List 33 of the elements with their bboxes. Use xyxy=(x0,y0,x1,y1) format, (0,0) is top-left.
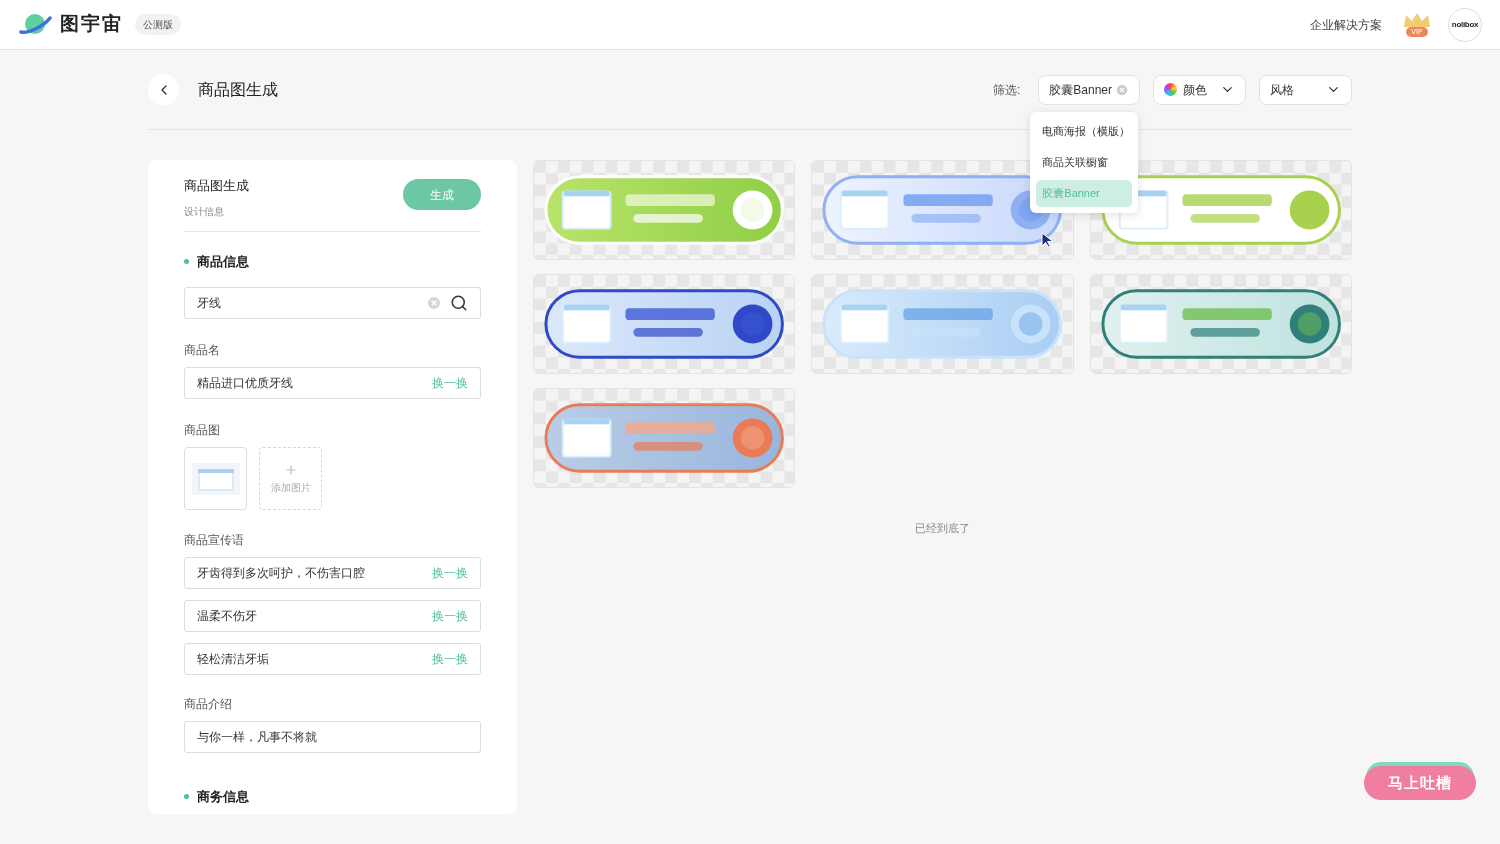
panel-subtitle: 设计信息 xyxy=(184,204,225,219)
clear-icon xyxy=(426,295,442,311)
brand-name: 图宇宙 xyxy=(60,12,123,37)
input-field[interactable]: 精品进口优质牙线 换一换 xyxy=(184,367,481,399)
cursor-icon xyxy=(1041,232,1055,248)
filter-chip[interactable]: 胶囊Banner xyxy=(1038,74,1140,105)
input-field[interactable]: 轻松清洁牙垢 换一换 xyxy=(184,643,481,675)
color-select[interactable]: 颜色 xyxy=(1153,74,1246,105)
nav-link[interactable]: 企业解决方案 xyxy=(1310,15,1382,34)
page-title: 商品图生成 xyxy=(198,79,278,100)
panel-title: 商品图生成 xyxy=(184,177,249,195)
filter-label: 筛选: xyxy=(992,81,1021,99)
field-label: 商品图 xyxy=(184,422,221,439)
clear-icon[interactable] xyxy=(1115,82,1129,97)
search-icon xyxy=(450,294,468,312)
section-title: 商务信息 xyxy=(197,788,249,806)
input-field[interactable]: 温柔不伤牙 换一换 xyxy=(184,600,481,632)
color-wheel-icon xyxy=(1164,83,1177,96)
field-label: 商品介绍 xyxy=(184,696,233,713)
beta-badge: 公测版 xyxy=(135,14,181,35)
end-note: 已经到底了 xyxy=(915,521,970,536)
section-title: 商品信息 xyxy=(197,252,249,271)
plus-icon xyxy=(283,462,298,477)
field-label: 商品名 xyxy=(184,342,221,359)
menu-item[interactable]: 商品关联橱窗 xyxy=(1036,148,1133,176)
input-field[interactable]: 牙齿得到多次呵护，不伤害口腔 换一换 xyxy=(184,557,481,589)
search-field[interactable]: 牙线 xyxy=(184,287,481,319)
back-button[interactable] xyxy=(148,74,179,105)
input-field[interactable]: 与你一样，凡事不将就 xyxy=(184,721,481,753)
product-thumbnail[interactable] xyxy=(184,447,247,510)
style-select[interactable]: 风格 xyxy=(1259,74,1352,105)
field-label: 商品宣传语 xyxy=(184,532,245,549)
menu-item[interactable]: 电商海报（横版） xyxy=(1036,117,1133,145)
